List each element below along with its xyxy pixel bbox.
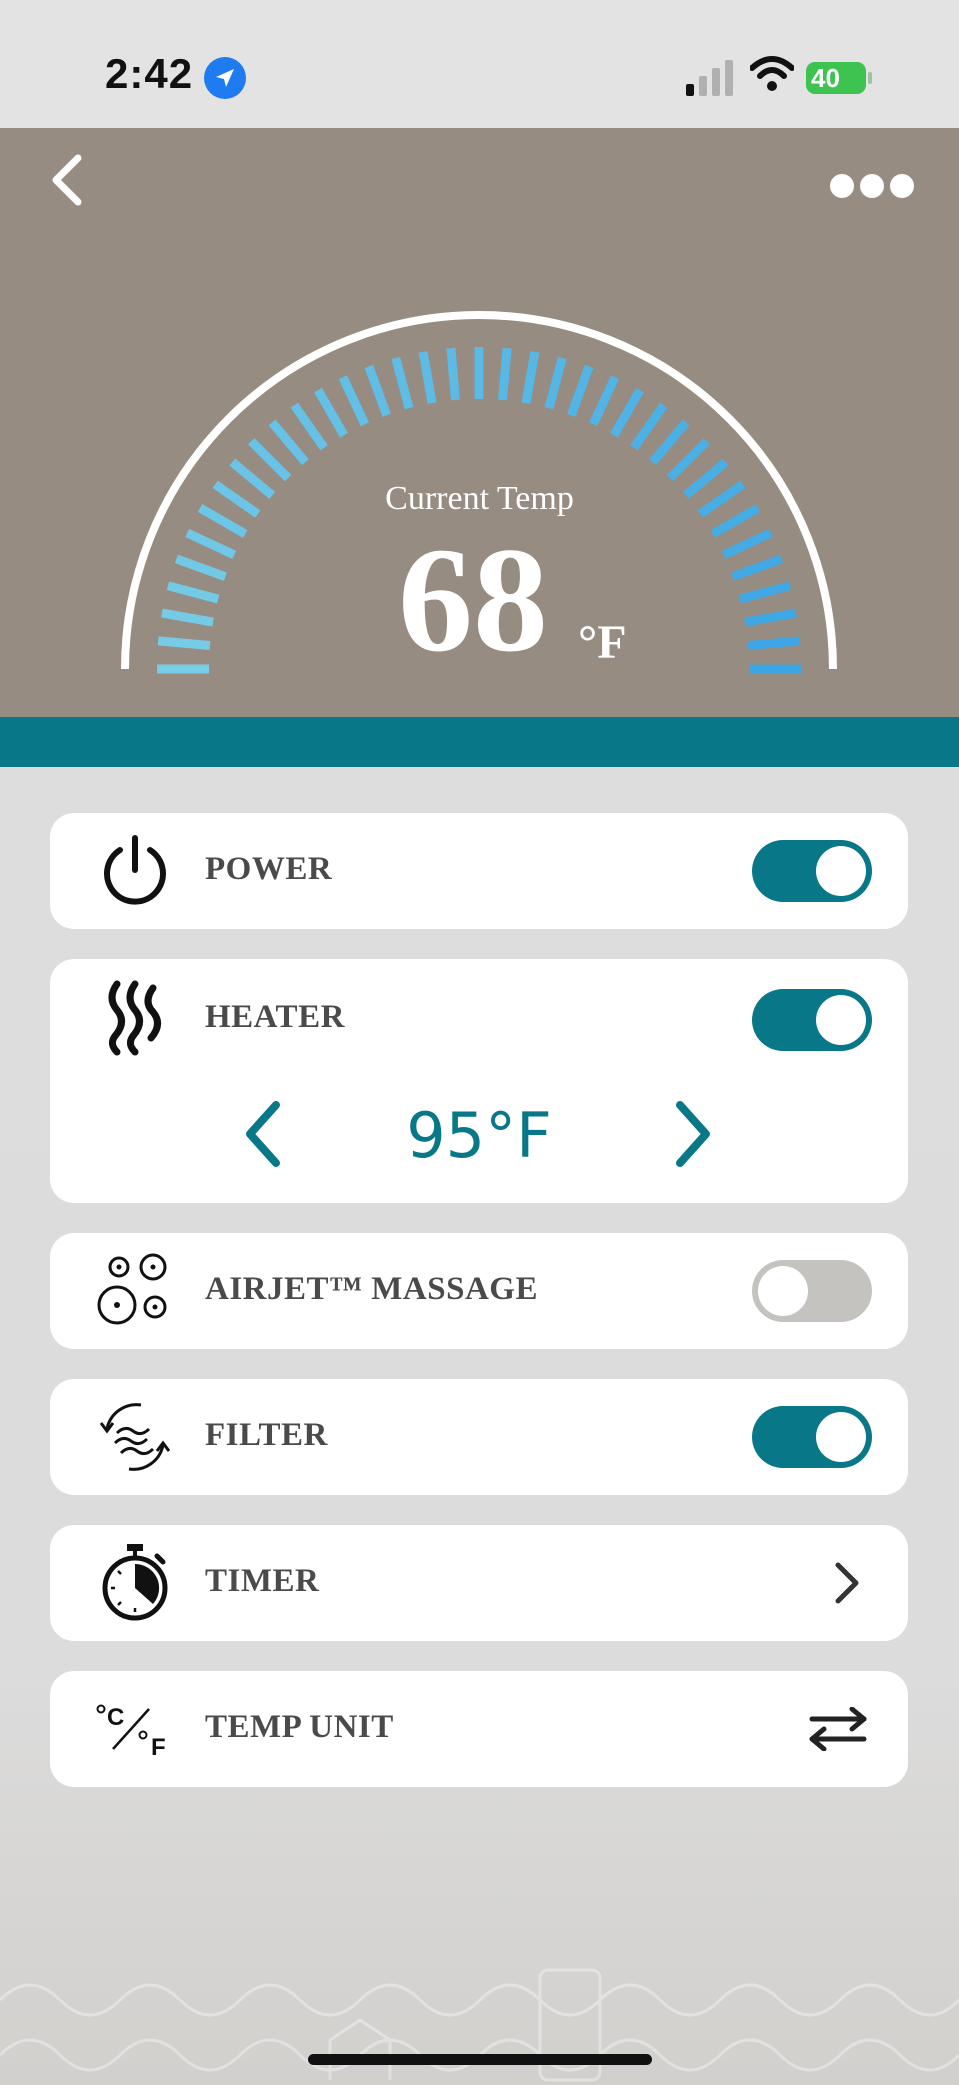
- gauge-tick: [166, 581, 220, 604]
- gauge-tick: [744, 608, 797, 627]
- gauge-tick: [589, 375, 620, 427]
- filter-label: FILTER: [205, 1417, 328, 1453]
- filter-card: FILTER: [50, 1379, 908, 1495]
- gauge-tick: [161, 608, 214, 627]
- gauge-value: 68: [398, 517, 548, 683]
- heater-toggle[interactable]: [752, 989, 872, 1051]
- gauge-tick: [649, 419, 690, 466]
- airjet-toggle[interactable]: [752, 1260, 872, 1322]
- decorative-pattern: [0, 1968, 959, 2082]
- airjet-card: AIRJET™ MASSAGE: [50, 1233, 908, 1349]
- stopwatch-icon: [92, 1539, 178, 1625]
- temp-unit-label: TEMP UNIT: [205, 1709, 394, 1745]
- svg-text:C: C: [107, 1704, 124, 1731]
- power-icon: [92, 828, 178, 914]
- status-time: 2:42: [105, 50, 194, 97]
- gauge-tick: [721, 528, 773, 559]
- home-indicator[interactable]: [308, 2054, 652, 2065]
- location-arrow-icon: [204, 57, 246, 99]
- gauge-tick: [498, 347, 512, 401]
- gauge-tick: [738, 581, 792, 604]
- gauge-label: Current Temp: [385, 480, 574, 517]
- gauge-tick: [174, 554, 227, 581]
- gauge-tick: [567, 364, 594, 417]
- chevron-right-icon[interactable]: [668, 1099, 718, 1169]
- gauge-tick: [544, 356, 567, 410]
- gauge-tick: [185, 528, 237, 559]
- gauge-tick: [630, 402, 668, 451]
- timer-card[interactable]: TIMER: [50, 1525, 908, 1641]
- filter-cycle-icon: [92, 1394, 178, 1480]
- airjet-label: AIRJET™ MASSAGE: [205, 1271, 538, 1307]
- celsius-fahrenheit-icon: C F: [92, 1686, 178, 1772]
- timer-label: TIMER: [205, 1563, 320, 1599]
- swap-arrows-icon[interactable]: [808, 1707, 868, 1751]
- wifi-icon: [750, 56, 794, 91]
- power-card: POWER: [50, 813, 908, 929]
- heater-label: HEATER: [205, 999, 345, 1035]
- gauge-tick: [290, 402, 328, 451]
- gauge-tick: [666, 438, 710, 482]
- gauge-tick: [338, 375, 369, 427]
- status-bar: 2:42 40: [0, 0, 959, 128]
- gauge-tick: [747, 636, 801, 650]
- gauge-tick: [521, 351, 540, 404]
- gauge-tick: [391, 356, 414, 410]
- gauge-tick: [364, 364, 391, 417]
- gauge-unit: °F: [578, 616, 627, 669]
- hero-divider: [0, 717, 959, 767]
- bubbles-icon: [92, 1248, 178, 1334]
- temp-unit-card[interactable]: C F TEMP UNIT: [50, 1671, 908, 1787]
- gauge-tick: [731, 554, 784, 581]
- filter-toggle[interactable]: [752, 1406, 872, 1468]
- signal-icon: [686, 60, 733, 96]
- gauge-tick: [157, 636, 211, 650]
- heat-waves-icon: [92, 975, 178, 1061]
- gauge-tick: [248, 438, 292, 482]
- chevron-right-icon: [835, 1562, 859, 1604]
- heater-setpoint: 95°F: [406, 1099, 552, 1172]
- battery-icon: 40: [806, 62, 872, 94]
- gauge-tick: [418, 351, 437, 404]
- svg-text:F: F: [151, 1734, 166, 1759]
- gauge-tick: [268, 419, 309, 466]
- gauge-tick: [610, 387, 644, 438]
- battery-level: 40: [811, 63, 840, 93]
- gauge-tick: [314, 387, 348, 438]
- power-toggle[interactable]: [752, 840, 872, 902]
- gauge-tick: [446, 347, 460, 401]
- power-label: POWER: [205, 851, 333, 887]
- heater-card: HEATER 95°F: [50, 959, 908, 1203]
